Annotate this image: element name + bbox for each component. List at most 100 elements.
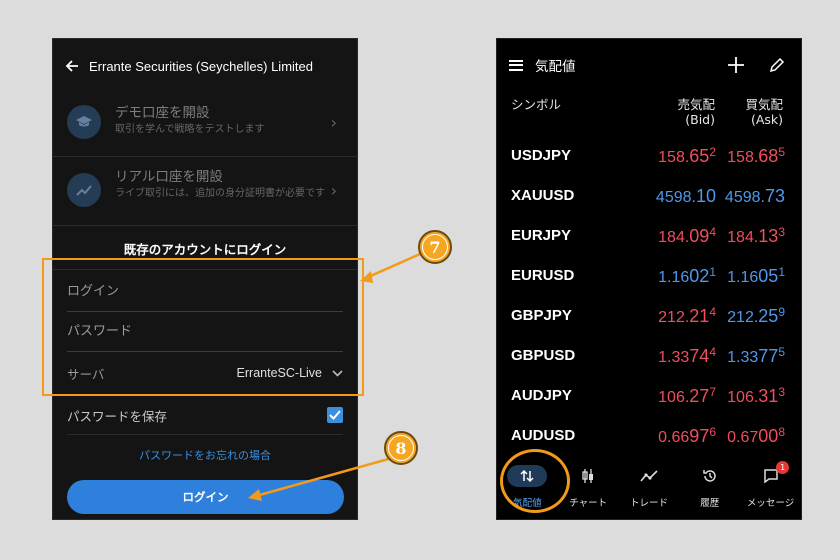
ask-price-pips: 00 [758,426,779,446]
bid-price-fraction: 4 [709,305,716,319]
ask-price-fraction: 3 [778,225,785,239]
bid-price: 1.16021 [658,265,716,287]
bid-price-pips: 27 [689,386,710,406]
edit-pencil-icon[interactable] [769,57,785,73]
bid-price: 184.094 [658,225,716,247]
bid-price-fraction: 7 [709,385,716,399]
bid-price-pips: 74 [689,346,710,366]
column-bid-label: 売気配 [677,97,715,112]
ask-price-prefix: 1.33 [727,349,759,366]
tab-history[interactable]: 履歴 [679,457,740,521]
bid-price-pips: 09 [689,226,710,246]
quotes-title: 気配値 [535,59,576,75]
bid-price-prefix: 4598. [655,189,696,206]
callout-7: 7 [418,230,452,264]
quote-row[interactable]: EURUSD 1.16021 1.16051 [497,257,801,297]
tab-label: トレード [629,498,668,509]
ask-price: 0.67008 [727,425,785,447]
candlestick-icon [577,465,599,487]
quote-symbol: GBPJPY [511,307,572,324]
bid-price: 1.33744 [658,345,716,367]
bid-price-fraction: 2 [709,145,716,159]
column-bid: 売気配 (Bid) [677,97,715,127]
callout-7-number: 7 [422,234,448,260]
tab-label: チャート [569,498,608,509]
quotes-header: 気配値 [497,39,801,91]
tab-trade[interactable]: トレード [619,457,680,521]
bid-price-prefix: 212. [658,309,690,326]
bid-price: 106.277 [658,385,716,407]
bid-price-prefix: 1.16 [658,269,690,286]
ask-price-pips: 31 [758,386,779,406]
ask-price-fraction: 3 [778,385,785,399]
quotes-screen: 気配値 シンボル 売気配 (Bid) 買気配 (Ask) USDJPY 158.6… [496,38,802,520]
add-symbol-icon[interactable] [727,56,745,74]
ask-price-pips: 05 [758,266,779,286]
ask-price-prefix: 1.16 [727,269,759,286]
quote-symbol: XAUUSD [511,187,575,204]
tab-messages[interactable]: 1 メッセージ [740,457,801,521]
quote-symbol: EURUSD [511,267,575,284]
tab-quotes[interactable]: 気配値 [497,457,558,521]
bid-price-prefix: 184. [658,229,690,246]
ask-price-pips: 25 [758,306,779,326]
ask-price: 1.16051 [727,265,785,287]
ask-price-prefix: 106. [727,389,759,406]
tab-label: 気配値 [513,498,542,509]
quote-row[interactable]: GBPUSD 1.33744 1.33775 [497,337,801,377]
bid-price-fraction: 4 [709,345,716,359]
quote-row[interactable]: EURJPY 184.094 184.133 [497,217,801,257]
bid-price: 4598.10 [656,185,716,207]
bid-price-pips: 97 [689,426,710,446]
ask-price: 184.133 [727,225,785,247]
history-icon [699,465,721,487]
column-ask-label: 買気配 [745,97,783,112]
quote-row[interactable]: GBPJPY 212.214 212.259 [497,297,801,337]
ask-price: 4598.73 [725,185,785,207]
quote-row[interactable]: USDJPY 158.652 158.685 [497,137,801,177]
bottom-tab-bar: 気配値 チャート トレード 履歴 1 メッセージ [497,457,801,521]
ask-price-fraction: 1 [778,265,785,279]
quote-symbol: GBPUSD [511,347,576,364]
ask-price-prefix: 184. [727,229,759,246]
column-ask-sub: (Ask) [750,112,783,127]
bid-price-pips: 02 [689,266,710,286]
ask-price: 106.313 [727,385,785,407]
bid-price: 0.66976 [658,425,716,447]
column-symbol: シンボル [511,97,562,112]
bid-price-fraction: 6 [709,425,716,439]
column-ask: 買気配 (Ask) [745,97,783,127]
tab-label: 履歴 [700,498,720,509]
unread-badge: 1 [776,461,790,474]
column-bid-sub: (Bid) [685,112,715,127]
ask-price-fraction: 5 [778,345,785,359]
quote-row[interactable]: AUDUSD 0.66976 0.67008 [497,417,801,457]
ask-price-prefix: 4598. [724,189,765,206]
quote-symbol: AUDUSD [511,427,576,444]
ask-price: 158.685 [727,145,785,167]
hamburger-menu-icon[interactable] [509,59,523,71]
bid-price-prefix: 0.66 [658,429,690,446]
ask-price-prefix: 0.67 [727,429,759,446]
ask-price: 212.259 [727,305,785,327]
quote-row[interactable]: XAUUSD 4598.10 4598.73 [497,177,801,217]
quote-symbol: USDJPY [511,147,572,164]
arrows-up-down-icon [507,465,548,487]
ask-price-prefix: 158. [727,149,759,166]
bid-price-prefix: 1.33 [658,349,690,366]
ask-price-prefix: 212. [727,309,759,326]
ask-price: 1.33775 [727,345,785,367]
quote-row[interactable]: AUDJPY 106.277 106.313 [497,377,801,417]
ask-price-pips: 13 [758,226,779,246]
tab-chart[interactable]: チャート [558,457,619,521]
ask-price-pips: 68 [758,146,779,166]
ask-price-fraction: 9 [778,305,785,319]
tab-label: メッセージ [746,498,795,509]
ask-price-pips: 77 [758,346,779,366]
callout-8: 8 [384,431,418,465]
bid-price-fraction: 4 [709,225,716,239]
ask-price-pips: 73 [764,186,785,206]
bid-price-fraction: 1 [709,265,716,279]
bid-price-prefix: 158. [658,149,690,166]
quote-symbol: AUDJPY [511,387,572,404]
